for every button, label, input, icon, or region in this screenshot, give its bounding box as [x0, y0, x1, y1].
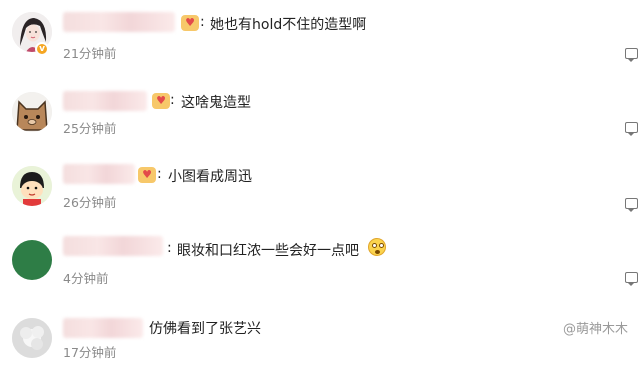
comment-row: ♥ : 这啥鬼造型 25分钟前: [0, 78, 640, 150]
reply-comment-icon[interactable]: [625, 48, 638, 62]
comment-text: 眼妆和口红浓一些会好一点吧: [177, 243, 359, 259]
comment-text: 仿佛看到了张艺兴: [149, 321, 261, 337]
separator-colon: :: [200, 14, 205, 30]
watermark: @萌神木木: [562, 322, 628, 337]
reply-comment-icon[interactable]: [625, 272, 638, 286]
separator-colon: :: [170, 92, 175, 108]
reply-comment-icon[interactable]: [625, 122, 638, 136]
comment-time: 25分钟前: [63, 121, 117, 136]
fan-rank-badge-icon: ♥: [152, 93, 170, 109]
comment-text: 她也有hold不住的造型啊: [210, 17, 367, 33]
separator-colon: :: [167, 240, 172, 256]
avatar[interactable]: [12, 318, 52, 358]
comment-time: 4分钟前: [63, 271, 109, 286]
fan-rank-badge-icon: ♥: [138, 167, 156, 183]
username-blurred[interactable]: [63, 236, 163, 256]
verified-badge-icon: v: [35, 42, 49, 56]
comment-time: 21分钟前: [63, 46, 117, 61]
username-blurred[interactable]: [63, 91, 147, 111]
avatar[interactable]: [12, 92, 52, 132]
comment-text: 这啥鬼造型: [181, 95, 251, 111]
separator-colon: :: [157, 166, 162, 182]
comment-row: v ♥ : 她也有hold不住的造型啊 21分钟前: [0, 0, 640, 72]
comment-row: : 眼妆和口红浓一些会好一点吧 4分钟前: [0, 230, 640, 302]
avatar[interactable]: [12, 240, 52, 280]
comment-time: 17分钟前: [63, 345, 117, 360]
comment-row: ♥ : 小图看成周迅 26分钟前: [0, 156, 640, 228]
avatar[interactable]: [12, 166, 52, 206]
comment-row: 仿佛看到了张艺兴 17分钟前: [0, 310, 640, 382]
username-blurred[interactable]: [63, 12, 175, 32]
username-blurred[interactable]: [63, 164, 135, 184]
flushed-face-emoji-icon: [368, 238, 386, 256]
reply-comment-icon[interactable]: [625, 198, 638, 212]
username-blurred[interactable]: [63, 318, 143, 338]
comment-time: 26分钟前: [63, 195, 117, 210]
comment-text: 小图看成周迅: [168, 169, 252, 185]
fan-rank-badge-icon: ♥: [181, 15, 199, 31]
